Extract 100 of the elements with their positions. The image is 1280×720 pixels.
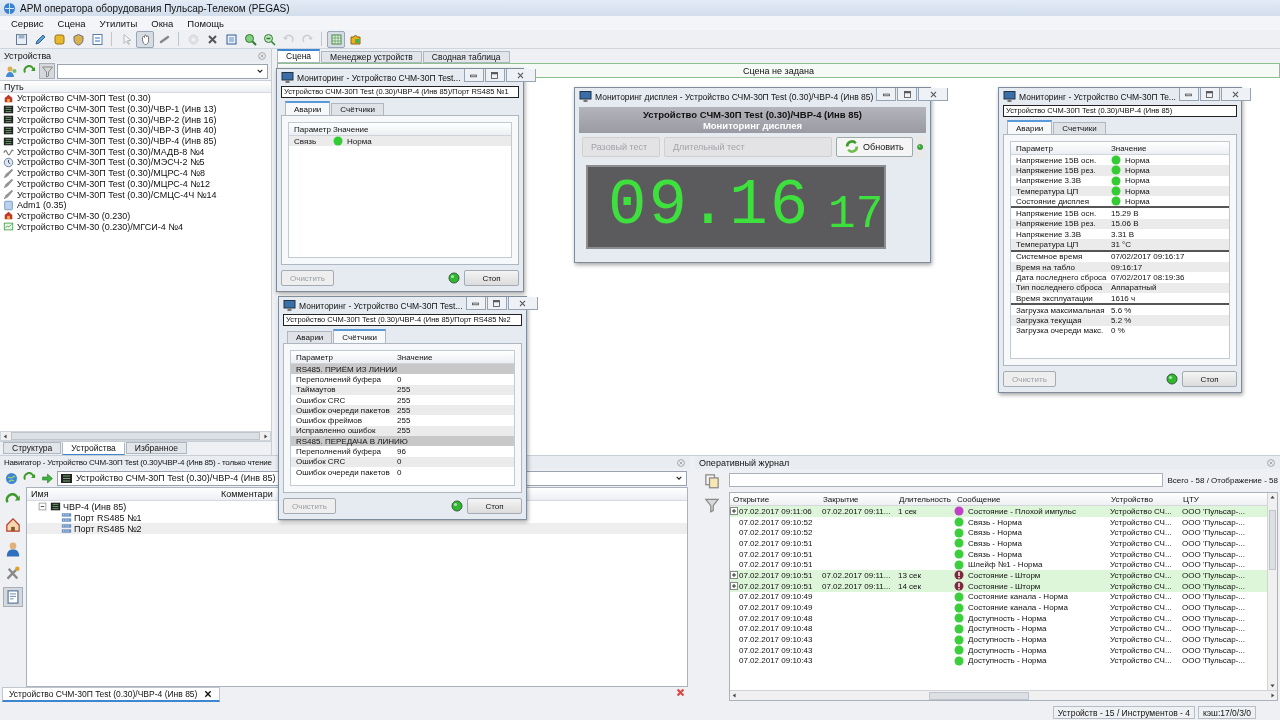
table-cell: 07.02.2017 09:10:43: [739, 656, 813, 666]
table-cell: Связь - Норма: [968, 538, 1022, 548]
table-cell-text: Устройство СЧ...: [1109, 613, 1173, 623]
table-cell-text: ООО 'Пульсар-...: [1181, 506, 1247, 516]
table-cell: Состояние канала - Норма: [968, 603, 1068, 613]
table-cell-text: Напряжение 15В осн.: [1015, 155, 1098, 165]
column-header: Закрытие: [822, 494, 860, 504]
column-header: Параметр: [295, 352, 334, 362]
table-cell: Состояние - Шторм: [968, 570, 1041, 580]
column-header: Путь: [0, 81, 271, 93]
table-cell-text: Устройство СЧ...: [1109, 570, 1173, 580]
table-cell: 255: [397, 395, 411, 405]
column-header: ЦТУ: [1182, 494, 1200, 504]
table-cell: Шлейф №1 - Норма: [968, 560, 1043, 570]
table-cell: Связь - Норма: [968, 528, 1022, 538]
table-cell-text: ООО 'Пульсар-...: [1181, 613, 1247, 623]
column-header: Длительность: [898, 494, 952, 504]
table-cell-text: Загрузка очереди макс.: [1015, 326, 1105, 336]
table-cell: 07.02.2017 09:10:51: [739, 581, 813, 591]
section-header: RS485. ПЕРЕДАЧА В ЛИНИЮ: [295, 436, 408, 446]
table-cell: 07/02/2017 09:16:17: [1111, 252, 1185, 262]
window-title: Мониторинг - Устройство СЧМ-30П Te...: [1019, 91, 1176, 102]
table-cell: 13 сек: [898, 570, 922, 580]
table-cell-text: Устройство СЧ...: [1109, 528, 1173, 538]
column-header: Параметр: [1015, 143, 1054, 153]
table-cell-text: Устройство СЧ...: [1109, 592, 1173, 602]
table-cell-text: ООО 'Пульсар-...: [1181, 581, 1247, 591]
table-cell: Норма: [1125, 186, 1150, 196]
table-cell: 07.02.2017 09:10:51: [739, 549, 813, 559]
table-cell: Доступность - Норма: [968, 624, 1047, 634]
table-cell: 07.02.2017 09:10:52: [739, 517, 813, 527]
header-subtitle: Мониторинг дисплея: [702, 120, 803, 131]
table-cell-text: Напряжение 3.3В: [1015, 229, 1083, 239]
table-cell: 07.02.2017 09:10:49: [739, 592, 813, 602]
table-cell: Связь - Норма: [968, 549, 1022, 559]
table-cell: 07.02.2017 09:10:51: [739, 570, 813, 580]
table-cell-text: ООО 'Пульсар-...: [1181, 624, 1247, 634]
table-cell: Состояние - Плохой импульс: [968, 506, 1076, 516]
column-header: Значение: [397, 352, 433, 362]
table-cell-text: Напряжение 3.3В: [1015, 176, 1083, 186]
table-cell-text: Устройство СЧ...: [1109, 656, 1173, 666]
status-text: Устройств - 15 / Инструментов - 4: [1052, 706, 1195, 719]
table-cell-text: Ошибок CRC: [295, 457, 347, 467]
table-cell-text: Переполнений буфера: [295, 447, 383, 456]
window-title: Мониторинг - Устройство СЧМ-30П Test...: [299, 300, 463, 311]
table-cell-text: ООО 'Пульсар-...: [1181, 635, 1247, 645]
window-title: АРМ оператора оборудования Пульсар-Телеком (PEGAS): [20, 2, 290, 14]
table-cell: Состояние - Шторм: [968, 581, 1041, 591]
table-cell-text: Загрузка максимальная: [1015, 305, 1106, 315]
table-cell: Норма: [1125, 176, 1150, 186]
table-cell-text: Напряжение 15В осн.: [1015, 209, 1098, 219]
window-title: Мониторинг - Устройство СЧМ-30П Test...: [297, 72, 461, 83]
table-cell-text: ООО 'Пульсар-...: [1181, 517, 1247, 527]
column-header: Имя: [30, 488, 50, 500]
table-cell-text: Таймаутов: [295, 385, 337, 395]
table-cell-text: Напряжение 15В рез.: [1015, 219, 1097, 229]
table-cell: Связь - Норма: [968, 517, 1022, 527]
table-cell: 15.06 В: [1111, 219, 1139, 229]
column-header: Устройство: [1110, 494, 1154, 504]
table-cell-text: Состояние дисплея: [1015, 196, 1091, 206]
panel-title: Устройства: [4, 50, 52, 61]
table-cell: 255: [397, 405, 411, 415]
table-cell: 255: [397, 416, 411, 426]
table-cell-text: Температура ЦП: [1015, 240, 1080, 249]
table-cell: 07.02.2017 09:10:52: [739, 528, 813, 538]
table-cell-text: ООО 'Пульсар-...: [1181, 656, 1247, 666]
window-title: Мониторинг дисплея - Устройство СЧМ-30П Test (0.30)/ЧВР-4 (Инв 85): [595, 91, 874, 102]
table-cell: 0 %: [1111, 326, 1125, 336]
table-cell: 0: [397, 467, 402, 477]
table-cell-text: ООО 'Пульсар-...: [1181, 528, 1247, 538]
table-cell-text: Устройство СЧ...: [1109, 506, 1173, 516]
table-cell: 96: [397, 447, 406, 456]
display-seconds: 17: [828, 191, 884, 239]
display-time: 09.16: [608, 173, 811, 239]
table-cell-text: Устройство СЧ...: [1109, 581, 1173, 591]
table-cell-text: Загрузка текущая: [1015, 316, 1083, 326]
table-cell: 1616 ч: [1111, 293, 1136, 303]
table-cell: Норма: [1125, 155, 1150, 165]
table-cell: 07.02.2017 09:10:43: [739, 635, 813, 645]
table-cell: 255: [397, 385, 411, 395]
table-cell-text: Переполнений буфера: [295, 374, 383, 384]
table-cell-text: Исправленно ошибок: [295, 426, 377, 436]
table-cell: 07.02.2017 09:10:51: [739, 560, 813, 570]
table-cell: 31 °C: [1111, 240, 1132, 249]
table-cell-text: Дата последнего сброса: [1015, 272, 1108, 282]
table-cell: 07.02.2017 09:11...: [822, 570, 891, 580]
table-cell: 09:16:17: [1111, 262, 1143, 272]
column-header: Значение: [333, 124, 369, 134]
column-header: Открытие: [732, 494, 771, 504]
table-cell: Доступность - Норма: [968, 656, 1047, 666]
device-name: Устройство СЧМ-30П Test (0.30)/ЧВР-4 (Инв 85): [643, 109, 862, 120]
table-cell: 0: [397, 374, 402, 384]
table-cell-text: ООО 'Пульсар-...: [1181, 560, 1247, 570]
table-cell: 07.02.2017 09:10:48: [739, 613, 813, 623]
table-cell: Аппаратный: [1111, 283, 1157, 293]
table-cell: 15.29 В: [1111, 209, 1139, 219]
table-cell-text: Устройство СЧ...: [1109, 645, 1173, 655]
table-cell: 0: [397, 457, 402, 467]
table-cell: Состояние канала - Норма: [968, 592, 1068, 602]
table-cell: 255: [397, 426, 411, 436]
